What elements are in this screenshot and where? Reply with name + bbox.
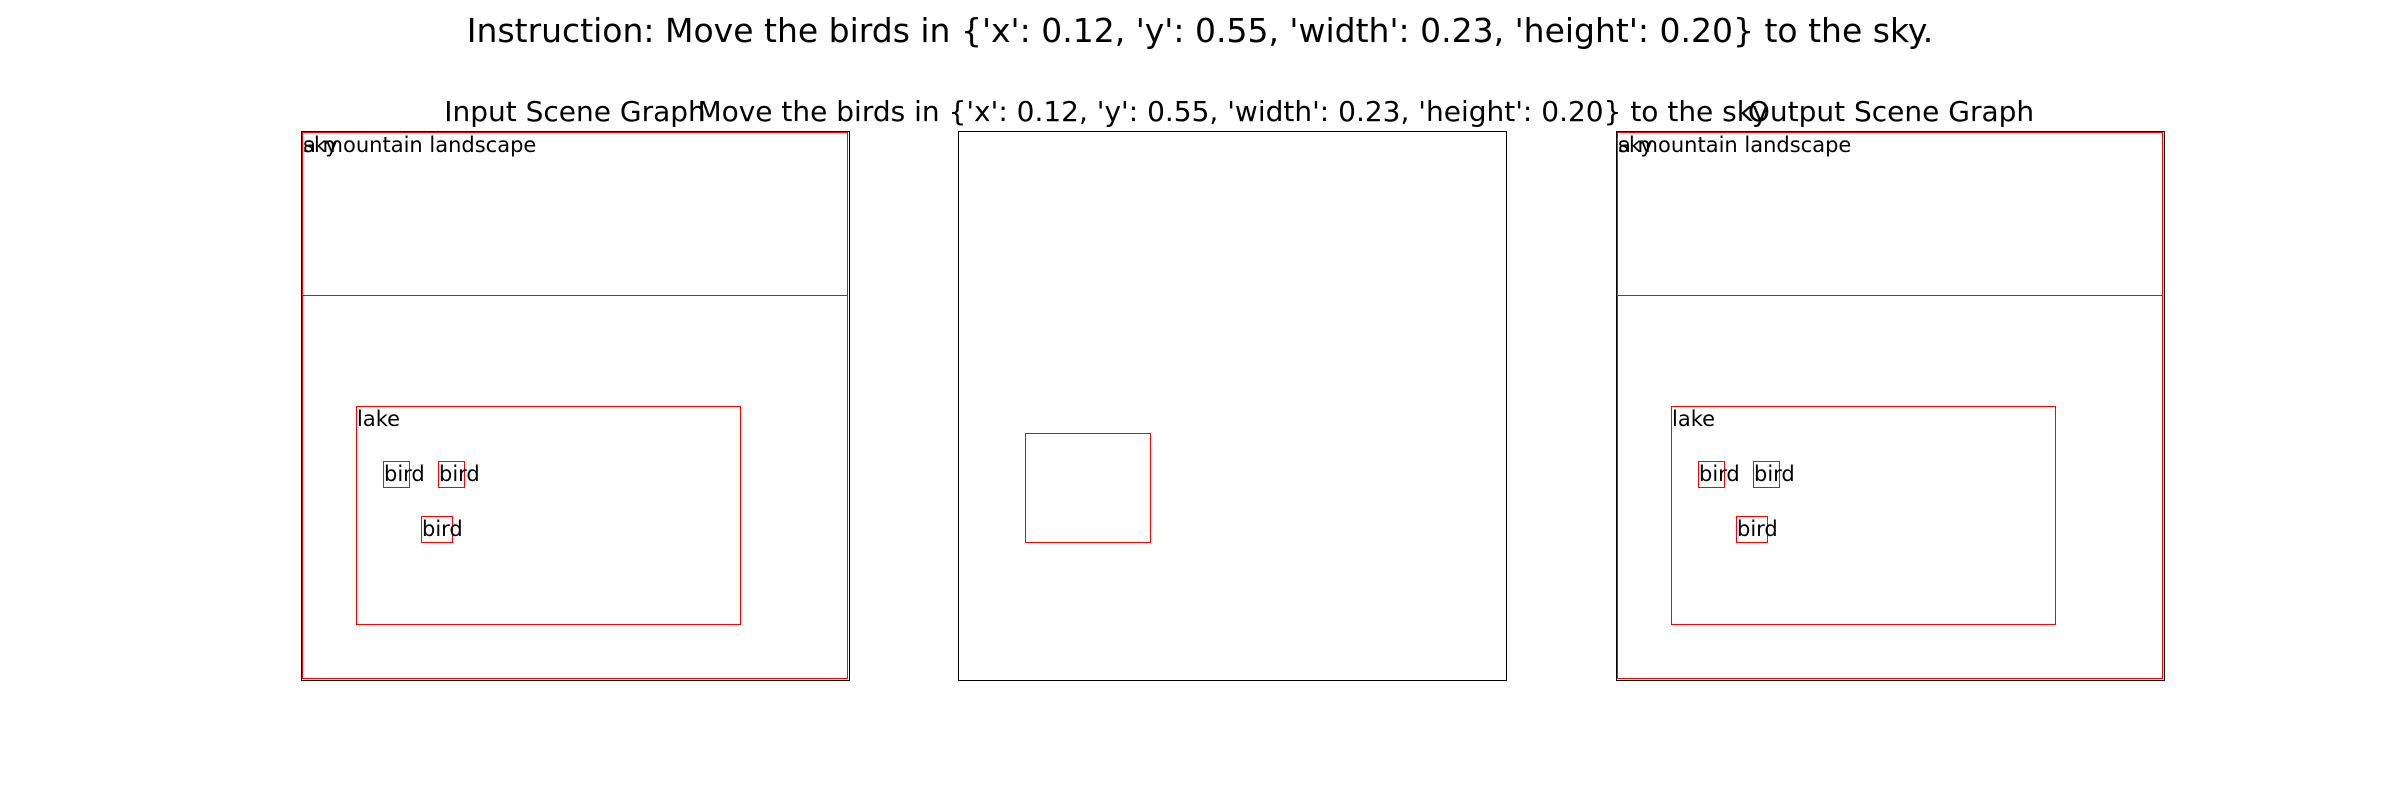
sky-bounding-box: sky <box>302 132 848 296</box>
lake-bounding-box: lake <box>1671 406 2056 625</box>
sky-bounding-box: sky <box>1617 132 2163 296</box>
input-panel-title: Input Scene Graph <box>444 95 706 128</box>
output-scene-graph-panel: a mountain landscape sky lake bird bird … <box>1616 131 2165 681</box>
lake-label: lake <box>357 407 401 431</box>
bird-bounding-box: bird <box>438 461 480 488</box>
target-region-box <box>1025 433 1151 543</box>
input-scene-graph-panel: a mountain landscape sky lake bird bird … <box>301 131 850 681</box>
bird-bounding-box: bird <box>1753 461 1795 488</box>
lake-bounding-box: lake <box>356 406 741 625</box>
lake-label: lake <box>1672 407 1716 431</box>
mask-panel <box>958 131 1507 681</box>
sky-label: sky <box>1618 133 1653 157</box>
sky-label: sky <box>303 133 338 157</box>
bird-label: bird <box>422 517 463 541</box>
bird-bounding-box: bird <box>383 461 425 488</box>
bird-bounding-box: bird <box>421 516 463 543</box>
instruction-title: Instruction: Move the birds in {'x': 0.1… <box>466 11 1934 50</box>
bird-label: bird <box>1754 462 1795 486</box>
bird-bounding-box: bird <box>1736 516 1778 543</box>
bird-label: bird <box>1737 517 1778 541</box>
bird-label: bird <box>439 462 480 486</box>
output-panel-title: Output Scene Graph <box>1747 95 2035 128</box>
bird-label: bird <box>384 462 425 486</box>
bird-label: bird <box>1699 462 1740 486</box>
bird-bounding-box: bird <box>1698 461 1740 488</box>
mask-panel-title: Move the birds in {'x': 0.12, 'y': 0.55,… <box>697 95 1769 128</box>
